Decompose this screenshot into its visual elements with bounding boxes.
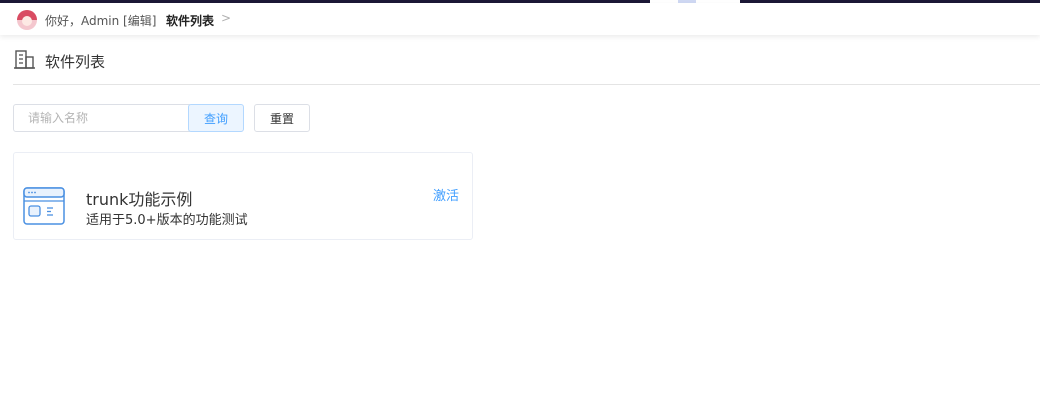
breadcrumb: 软件列表 bbox=[166, 14, 215, 28]
activate-link[interactable]: 激活 bbox=[433, 185, 459, 204]
reset-button[interactable]: 重置 bbox=[254, 104, 310, 132]
page-title: 软件列表 bbox=[45, 53, 106, 71]
search-input[interactable] bbox=[13, 104, 192, 132]
software-name: trunk功能示例 bbox=[86, 190, 193, 209]
header-bar: 你好，Admin [编辑] 软件列表 > bbox=[0, 3, 1040, 35]
building-icon bbox=[14, 50, 35, 69]
software-description: 适用于5.0+版本的功能测试 bbox=[86, 213, 248, 228]
app-window-icon bbox=[23, 187, 65, 225]
chevron-right-icon: > bbox=[221, 11, 232, 25]
user-greeting[interactable]: 你好，Admin [编辑] bbox=[45, 12, 156, 29]
query-button[interactable]: 查询 bbox=[188, 104, 244, 132]
avatar-face bbox=[22, 16, 32, 26]
header-divider bbox=[13, 84, 1040, 85]
software-card: trunk功能示例 适用于5.0+版本的功能测试 激活 bbox=[13, 152, 473, 240]
avatar[interactable] bbox=[17, 10, 37, 30]
